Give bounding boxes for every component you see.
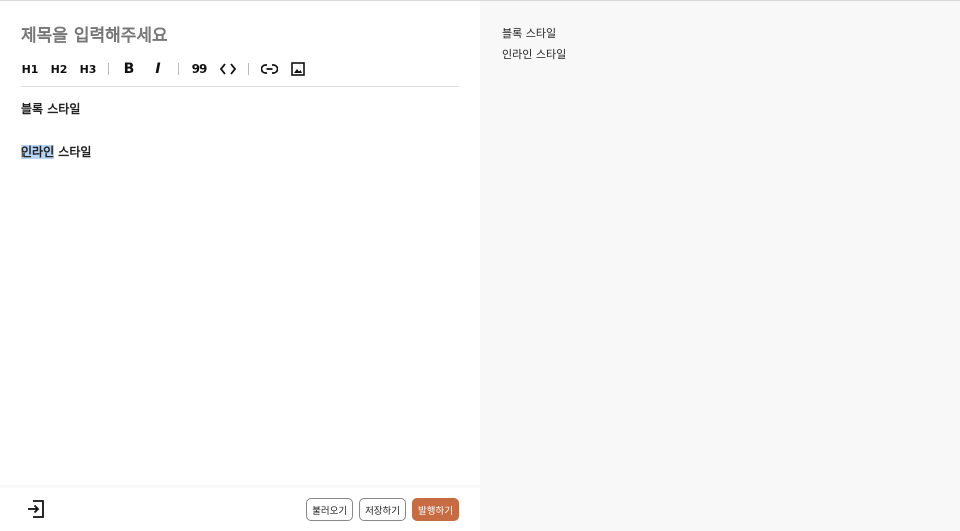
italic-button[interactable]: I (146, 57, 170, 81)
heading1-button[interactable]: H1 (18, 57, 42, 81)
italic-icon: I (155, 61, 161, 77)
toolbar-divider (248, 63, 249, 75)
toolbar-divider (178, 63, 179, 75)
bold-button[interactable]: B (117, 57, 141, 81)
action-buttons: 불러오기 저장하기 발행하기 (306, 498, 459, 521)
preview-pane: 블록 스타일 인라인 스타일 (480, 1, 960, 531)
code-button[interactable] (216, 57, 240, 81)
exit-button[interactable] (25, 498, 47, 520)
save-button[interactable]: 저장하기 (359, 498, 407, 521)
toolbar-divider (108, 63, 109, 75)
toolbar-divider-line (21, 86, 459, 87)
h2-icon: H2 (50, 62, 68, 76)
h1-icon: H1 (21, 62, 39, 76)
formatting-toolbar: H1 H2 H3 B I 99 (18, 57, 315, 81)
publish-button[interactable]: 발행하기 (412, 498, 459, 521)
selected-text: 인라인 (21, 145, 55, 159)
content-text: 스타일 (54, 145, 92, 159)
editor-content[interactable]: 블록 스타일 인라인 스타일 I (21, 101, 459, 160)
quote-icon: 99 (191, 62, 208, 76)
image-icon (291, 62, 305, 76)
h3-icon: H3 (79, 62, 97, 76)
content-line-block-style: 블록 스타일 (21, 102, 81, 116)
load-button[interactable]: 불러오기 (306, 498, 354, 521)
heading2-button[interactable]: H2 (47, 57, 71, 81)
preview-line: 인라인 스타일 (502, 48, 567, 61)
link-icon (260, 64, 278, 74)
link-button[interactable] (257, 57, 281, 81)
exit-icon (28, 500, 44, 518)
footer-shadow (0, 485, 480, 489)
preview-line: 블록 스타일 (502, 27, 557, 40)
text-cursor-icon: I (21, 150, 24, 160)
editor-pane: H1 H2 H3 B I 99 블록 스타일 인라인 스타일 I 불러오기 (0, 1, 480, 531)
title-input[interactable] (21, 23, 461, 49)
bold-icon: B (123, 61, 135, 77)
code-icon (220, 63, 236, 75)
image-button[interactable] (286, 57, 310, 81)
heading3-button[interactable]: H3 (76, 57, 100, 81)
preview-content: 블록 스타일 인라인 스타일 (502, 23, 566, 65)
content-line-inline-style: 인라인 스타일 (21, 144, 459, 160)
quote-button[interactable]: 99 (187, 57, 211, 81)
